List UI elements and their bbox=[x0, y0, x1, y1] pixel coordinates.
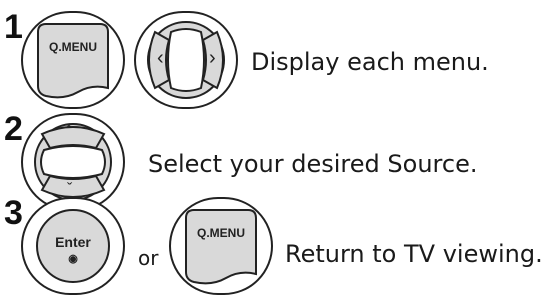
qmenu-return-outline bbox=[169, 197, 273, 295]
enter-dot-icon: ◉ bbox=[68, 253, 78, 265]
qmenu-return-label: Q.MENU bbox=[197, 226, 245, 240]
step-1-description: Display each menu. bbox=[251, 48, 489, 76]
step-2-description: Select your desired Source. bbox=[148, 150, 478, 178]
qmenu-button-label: Q.MENU bbox=[49, 40, 97, 54]
chevron-up-icon: ˆ bbox=[66, 123, 72, 143]
chevron-left-icon: ‹ bbox=[157, 47, 164, 69]
enter-button[interactable]: Enter ◉ bbox=[20, 196, 126, 296]
qmenu-button-outline bbox=[21, 11, 125, 109]
left-right-nav-button[interactable]: ‹ › bbox=[133, 10, 239, 110]
step-3-description: Return to TV viewing. bbox=[285, 240, 543, 268]
qmenu-button[interactable]: Q.MENU bbox=[20, 10, 126, 110]
chevron-right-icon: › bbox=[209, 47, 216, 69]
or-text: or bbox=[138, 246, 159, 270]
left-right-nav-outline bbox=[134, 11, 238, 109]
enter-button-label: Enter bbox=[55, 234, 91, 250]
qmenu-button-return[interactable]: Q.MENU bbox=[168, 196, 274, 296]
